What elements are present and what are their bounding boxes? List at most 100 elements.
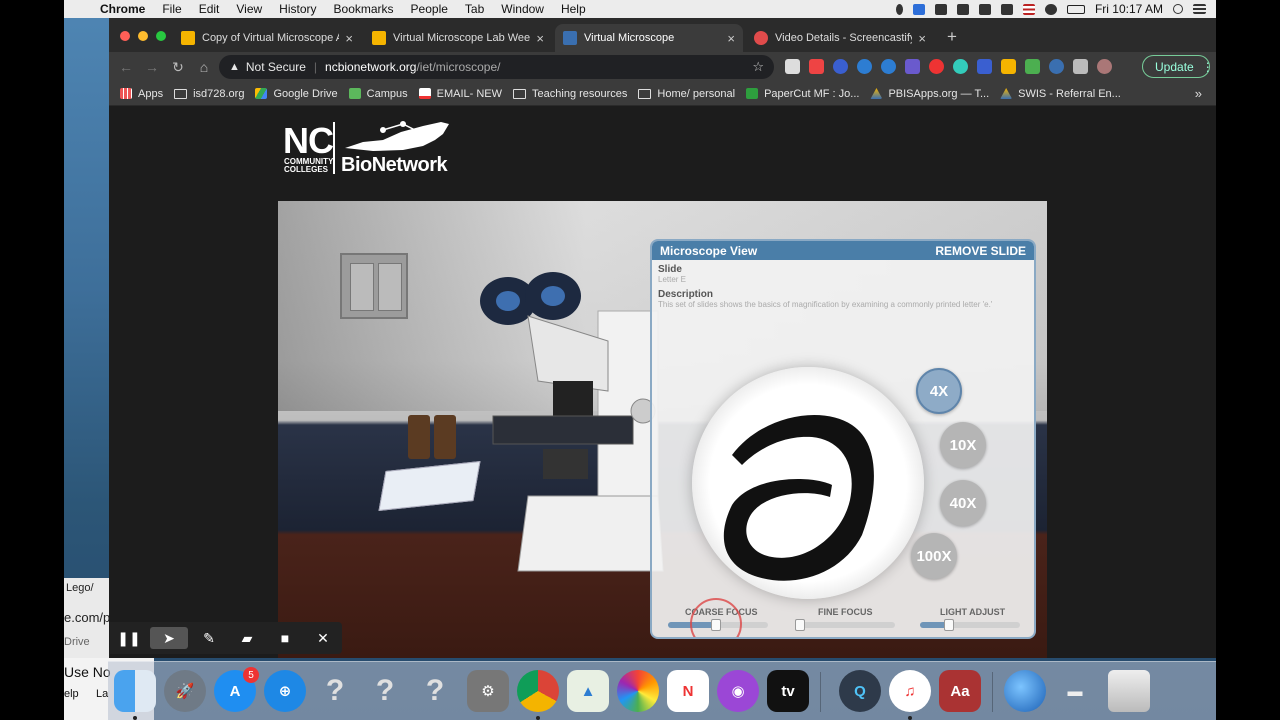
puzzle-icon[interactable] <box>1073 59 1088 74</box>
tab-close-icon[interactable]: × <box>536 31 544 46</box>
tab-close-icon[interactable]: × <box>918 31 926 46</box>
spotlight-search-icon[interactable] <box>1173 4 1183 14</box>
back-arrow-icon[interactable]: ← <box>113 59 139 75</box>
finder-icon[interactable] <box>114 670 156 712</box>
pen-icon[interactable]: ✎ <box>190 622 228 654</box>
bookmark-swis[interactable]: SWIS - Referral En... <box>1000 88 1121 100</box>
fine-focus-slider[interactable] <box>795 619 895 631</box>
avatar[interactable] <box>1097 59 1112 74</box>
missing-app-question-icon[interactable]: ? <box>414 670 456 712</box>
bookmark-star-icon[interactable]: ☆ <box>752 59 764 75</box>
bookmark-apps[interactable]: Apps <box>120 88 163 100</box>
kami-extension-icon[interactable] <box>833 59 848 74</box>
extension-icon[interactable] <box>953 59 968 74</box>
close-icon[interactable]: ✕ <box>304 622 342 654</box>
photos-icon[interactable] <box>617 670 659 712</box>
reload-icon[interactable]: ↻ <box>165 59 191 76</box>
menu-bookmarks[interactable]: Bookmarks <box>334 2 394 16</box>
microscope-viewport[interactable] <box>692 367 924 599</box>
music-icon[interactable]: ♫ <box>889 670 931 712</box>
ncc-bionetwork-logo[interactable]: NC COMMUNITY COLLEGES BioNetwork <box>283 118 455 178</box>
bookmark-teaching-resources[interactable]: Teaching resources <box>513 88 627 100</box>
menu-tab[interactable]: Tab <box>465 2 484 16</box>
magnification-40x-button[interactable]: 40X <box>940 480 986 526</box>
bookmark-campus[interactable]: Campus <box>348 88 408 100</box>
apple-tv-icon[interactable]: tv <box>767 670 809 712</box>
bookmark-home-personal[interactable]: Home/ personal <box>638 88 735 100</box>
bookmarks-overflow-icon[interactable]: » <box>1195 86 1202 101</box>
forward-arrow-icon[interactable]: → <box>139 59 165 75</box>
light-adjust-slider[interactable] <box>920 619 1020 631</box>
extension-icon[interactable] <box>1025 59 1040 74</box>
bookmark-email[interactable]: EMAIL- NEW <box>418 88 502 100</box>
home-icon[interactable]: ⌂ <box>191 59 217 75</box>
podcasts-icon[interactable]: ◉ <box>717 670 759 712</box>
maps-icon[interactable]: ▲ <box>567 670 609 712</box>
system-preferences-icon[interactable]: ⚙ <box>467 670 509 712</box>
lab-scene[interactable]: Microscope View REMOVE SLIDE Slide Lette… <box>278 201 1047 658</box>
shield-icon[interactable] <box>934 3 947 15</box>
menu-edit[interactable]: Edit <box>199 2 220 16</box>
chrome-icon[interactable] <box>517 670 559 712</box>
extension-icon[interactable] <box>1001 59 1016 74</box>
magnification-10x-button[interactable]: 10X <box>940 422 986 468</box>
menu-people[interactable]: People <box>411 2 448 16</box>
menubar-clock[interactable]: Fri 10:17 AM <box>1095 2 1163 16</box>
bookmark-google-drive[interactable]: Google Drive <box>255 88 338 100</box>
security-status[interactable]: Not Secure <box>246 60 306 74</box>
people-icon[interactable] <box>956 3 969 15</box>
wifi-icon[interactable] <box>1044 3 1057 15</box>
display-icon[interactable] <box>1000 3 1013 15</box>
magnification-4x-button[interactable]: 4X <box>916 368 962 414</box>
pause-icon[interactable]: ❚❚ <box>110 622 148 654</box>
minimize-window-button[interactable] <box>138 31 148 41</box>
camera-icon[interactable]: ■ <box>266 622 304 654</box>
notification-center-icon[interactable] <box>1193 4 1206 14</box>
menu-view[interactable]: View <box>236 2 262 16</box>
tab-close-icon[interactable]: × <box>345 31 353 46</box>
extension-icon[interactable] <box>785 59 800 74</box>
missing-app-question-icon[interactable]: ? <box>314 670 356 712</box>
menu-help[interactable]: Help <box>561 2 586 16</box>
us-flag-input-icon[interactable] <box>1022 3 1035 15</box>
launchpad-icon[interactable]: 🚀 <box>164 670 206 712</box>
safari-icon[interactable]: ⊕ <box>264 670 306 712</box>
extension-icon[interactable] <box>929 59 944 74</box>
battery-icon[interactable] <box>1066 4 1085 14</box>
slider-knob[interactable] <box>795 619 805 631</box>
screencastify-extension-icon[interactable] <box>809 59 824 74</box>
slider-knob[interactable] <box>944 619 954 631</box>
menu-app-name[interactable]: Chrome <box>100 2 145 16</box>
hand-icon[interactable] <box>978 3 991 15</box>
warning-triangle-icon[interactable]: ▲ <box>229 61 240 73</box>
downloads-stack-icon[interactable]: ▬ <box>1054 670 1096 712</box>
new-tab-button[interactable]: + <box>947 27 957 47</box>
extension-icon[interactable] <box>1049 59 1064 74</box>
extension-icon[interactable] <box>977 59 992 74</box>
magnification-100x-button[interactable]: 100X <box>911 533 957 579</box>
globe-icon[interactable] <box>1004 670 1046 712</box>
menu-window[interactable]: Window <box>501 2 544 16</box>
kami-icon[interactable] <box>912 3 925 15</box>
remove-slide-button[interactable]: REMOVE SLIDE <box>935 244 1026 258</box>
quicktime-icon[interactable]: Q <box>839 670 881 712</box>
news-icon[interactable]: N <box>667 670 709 712</box>
extension-icon[interactable] <box>905 59 920 74</box>
tab-screencastify[interactable]: Video Details - Screencastify × <box>746 24 934 52</box>
menu-history[interactable]: History <box>279 2 316 16</box>
bookmark-isd728[interactable]: isd728.org <box>174 88 244 100</box>
tab-copy-of-virtual-microscope[interactable]: Copy of Virtual Microscope Ac × <box>173 24 361 52</box>
trash-icon[interactable] <box>1108 670 1150 712</box>
address-bar[interactable]: ▲ Not Secure | ncbionetwork.org /iet/mic… <box>219 55 774 79</box>
zoom-window-button[interactable] <box>156 31 166 41</box>
tab-close-icon[interactable]: × <box>727 31 735 46</box>
extension-icon[interactable] <box>857 59 872 74</box>
eraser-icon[interactable]: ▰ <box>228 622 266 654</box>
bookmark-pbisapps[interactable]: PBISApps.org — T... <box>870 88 989 100</box>
missing-app-question-icon[interactable]: ? <box>364 670 406 712</box>
update-button[interactable]: Update ⋮ <box>1142 55 1214 78</box>
microphone-icon[interactable] <box>895 3 903 15</box>
cursor-icon[interactable]: ➤ <box>150 627 188 649</box>
dictionary-icon[interactable]: Aa <box>939 670 981 712</box>
tab-virtual-microscope-lab[interactable]: Virtual Microscope Lab Week 1 × <box>364 24 552 52</box>
